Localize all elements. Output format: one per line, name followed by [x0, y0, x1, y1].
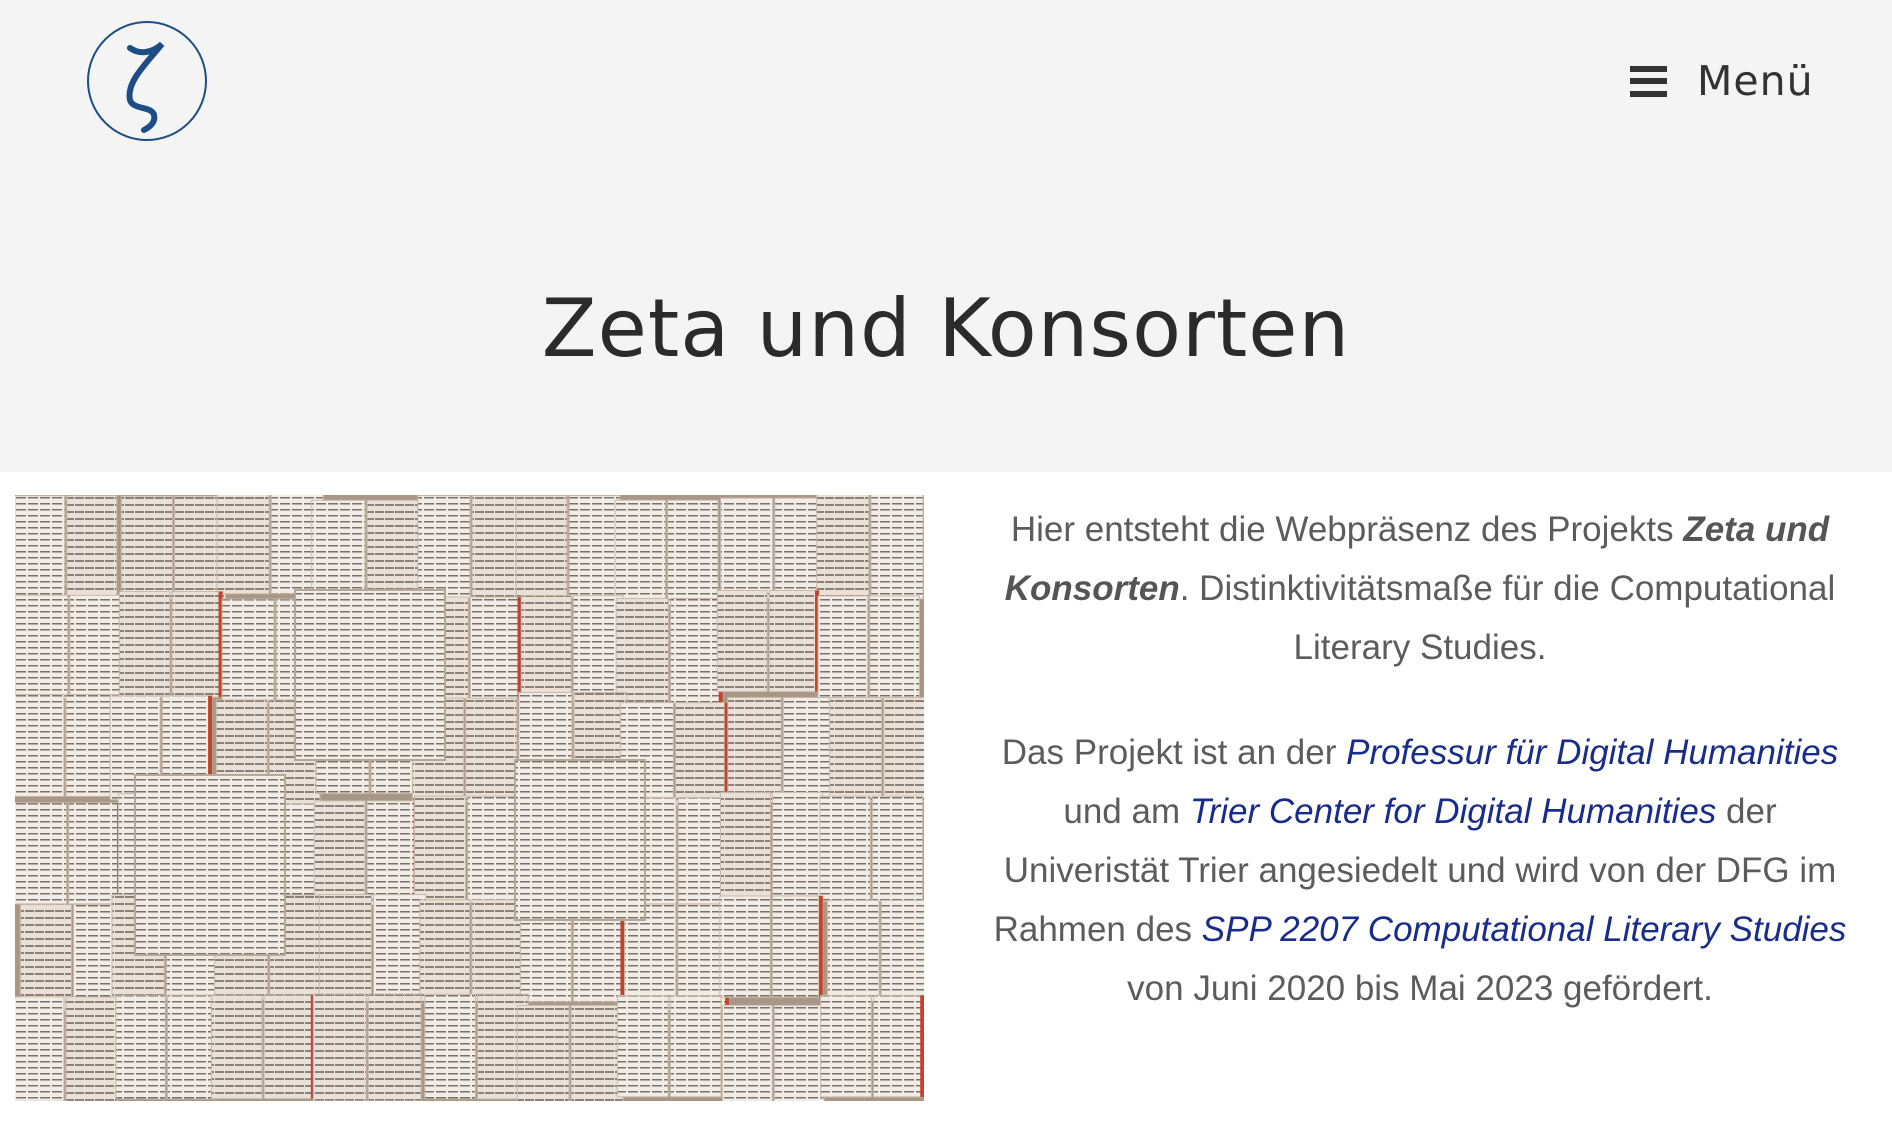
intro-paragraph-2: Das Projekt ist an der Professur für Dig… [980, 723, 1860, 1018]
intro-text-segment: und am [1063, 792, 1190, 831]
site-header: Menü Zeta und Konsorten [0, 0, 1892, 472]
page-title: Zeta und Konsorten [541, 282, 1351, 375]
intro-text-segment: . Distinktivitätsmaße für die Computatio… [1179, 569, 1836, 667]
menu-label: Menü [1697, 57, 1814, 105]
loose-page [514, 759, 646, 921]
zeta-logo-icon[interactable] [86, 20, 208, 142]
loose-page [294, 589, 446, 761]
link-trier-center-digital-humanities[interactable]: Trier Center for Digital Humanities [1190, 792, 1716, 831]
hamburger-icon [1630, 65, 1667, 97]
open-book [15, 694, 120, 797]
loose-page [134, 774, 286, 956]
intro-text-segment: von Juni 2020 bis Mai 2023 gefördert. [1127, 969, 1713, 1008]
link-professur-digital-humanities[interactable]: Professur für Digital Humanities [1346, 733, 1838, 772]
intro-text-segment: Das Projekt ist an der [1001, 733, 1347, 772]
open-book [15, 996, 118, 1101]
link-spp-2207[interactable]: SPP 2207 Computational Literary Studies [1202, 910, 1847, 949]
hero-image-books [15, 495, 924, 1101]
open-book [829, 697, 924, 802]
intro-paragraph-1: Hier entsteht die Webpräsenz des Projekt… [980, 500, 1860, 677]
intro-text-segment: Hier entsteht die Webpräsenz des Projekt… [1010, 510, 1684, 549]
intro-text: Hier entsteht die Webpräsenz des Projekt… [980, 500, 1860, 1064]
open-book [826, 899, 924, 1003]
menu-button[interactable]: Menü [1630, 56, 1814, 106]
